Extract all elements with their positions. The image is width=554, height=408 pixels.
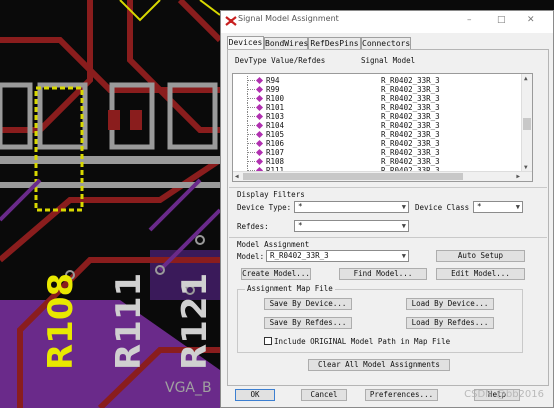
tab-devices[interactable]: Devices — [227, 36, 264, 50]
display-filters-heading: Display Filters — [237, 190, 305, 199]
ok-button[interactable]: OK — [235, 389, 275, 401]
save-by-device-button[interactable]: Save By Device... — [264, 298, 352, 310]
silk-label-vga: VGA_B — [165, 380, 212, 396]
minimize-button[interactable]: – — [467, 15, 472, 25]
cancel-button[interactable]: Cancel — [301, 389, 347, 401]
model-combo[interactable]: R_R0402_33R_3 ▼ — [266, 250, 409, 262]
refdes-cell: R94 — [266, 76, 280, 85]
chevron-down-icon: ▼ — [401, 252, 406, 260]
signal-model-cell: R_R0402_33R_3 — [381, 103, 440, 112]
chevron-down-icon: ▼ — [401, 222, 406, 230]
device-model-list[interactable]: R94 R_R0402_33R_3 R99 R_R0402_33R_3 R100 R_R0… — [232, 73, 533, 182]
list-item[interactable]: R104 R_R0402_33R_3 — [233, 121, 523, 130]
scroll-right-icon[interactable]: ▶ — [516, 173, 520, 180]
list-item[interactable]: R105 R_R0402_33R_3 — [233, 130, 523, 139]
chevron-down-icon: ▼ — [515, 203, 520, 211]
scroll-up-icon[interactable]: ▲ — [524, 75, 528, 82]
signal-model-cell: R_R0402_33R_3 — [381, 130, 440, 139]
refdes-cell: R106 — [266, 139, 285, 148]
model-value: R_R0402_33R_3 — [270, 251, 329, 260]
close-button[interactable]: ✕ — [527, 15, 535, 25]
signal-model-cell: R_R0402_33R_3 — [381, 85, 440, 94]
watermark: CSDN @bb2016 — [464, 389, 544, 400]
list-item[interactable]: R101 R_R0402_33R_3 — [233, 103, 523, 112]
include-original-path-checkbox[interactable] — [264, 337, 272, 345]
signal-model-cell: R_R0402_33R_3 — [381, 112, 440, 121]
refdes-combo[interactable]: * ▼ — [294, 220, 409, 232]
clear-all-assignments-button[interactable]: Clear All Model Assignments — [308, 359, 450, 371]
load-by-refdes-button[interactable]: Load By Refdes... — [406, 317, 494, 329]
list-item[interactable]: R108 R_R0402_33R_3 — [233, 157, 523, 166]
device-class-value: * — [477, 202, 482, 211]
refdes-cell: R107 — [266, 148, 285, 157]
signal-model-cell: R_R0402_33R_3 — [381, 94, 440, 103]
list-item[interactable]: R94 R_R0402_33R_3 — [233, 76, 523, 85]
signal-model-cell: R_R0402_33R_3 — [381, 139, 440, 148]
refdes-label: Refdes: — [237, 222, 269, 231]
signal-model-cell: R_R0402_33R_3 — [381, 76, 440, 85]
device-type-combo[interactable]: * ▼ — [294, 201, 409, 213]
divider — [229, 187, 547, 188]
device-class-label: Device Class — [415, 203, 470, 212]
column-header-model: Signal Model — [361, 56, 416, 65]
refdes-value: * — [298, 221, 303, 230]
signal-model-assignment-dialog: Signal Model Assignment – □ ✕ Devices Bo… — [220, 10, 554, 408]
maximize-button[interactable]: □ — [497, 15, 506, 25]
device-type-value: * — [298, 202, 303, 211]
include-original-path-label: Include ORIGINAL Model Path in Map File — [274, 337, 451, 346]
scroll-left-icon[interactable]: ◀ — [235, 173, 239, 180]
chevron-down-icon: ▼ — [401, 203, 406, 211]
signal-model-cell: R_R0402_33R_3 — [381, 148, 440, 157]
divider — [229, 237, 547, 238]
refdes-cell: R105 — [266, 130, 285, 139]
device-class-combo[interactable]: * ▼ — [473, 201, 523, 213]
list-item[interactable]: R107 R_R0402_33R_3 — [233, 148, 523, 157]
create-model-button[interactable]: Create Model... — [241, 268, 311, 280]
window-title: Signal Model Assignment — [238, 14, 339, 23]
silk-label-r108: R108 — [41, 273, 81, 370]
refdes-cell: R103 — [266, 112, 285, 121]
signal-model-cell: R_R0402_33R_3 — [381, 157, 440, 166]
list-item[interactable]: R106 R_R0402_33R_3 — [233, 139, 523, 148]
column-header-refdes: DevType Value/Refdes — [235, 56, 326, 65]
list-item[interactable]: R99 R_R0402_33R_3 — [233, 85, 523, 94]
horizontal-scroll-thumb[interactable] — [243, 173, 463, 180]
silk-label-r121: R121 — [175, 273, 215, 370]
auto-setup-button[interactable]: Auto Setup — [436, 250, 525, 262]
model-label: Model: — [237, 252, 265, 261]
map-file-heading: Assignment Map File — [245, 284, 335, 293]
edit-model-button[interactable]: Edit Model... — [436, 268, 525, 280]
model-assignment-heading: Model Assignment — [237, 240, 310, 249]
refdes-cell: R99 — [266, 85, 280, 94]
list-item[interactable]: R100 R_R0402_33R_3 — [233, 94, 523, 103]
scroll-down-icon[interactable]: ▼ — [524, 164, 528, 171]
refdes-cell: R101 — [266, 103, 285, 112]
load-by-device-button[interactable]: Load By Device... — [406, 298, 494, 310]
vertical-scrollbar[interactable]: ▲ ▼ — [521, 74, 532, 181]
horizontal-scrollbar[interactable]: ◀ ▶ — [233, 171, 532, 181]
preferences-button[interactable]: Preferences... — [365, 389, 438, 401]
silk-label-r111: R111 — [109, 273, 149, 370]
title-bar[interactable]: Signal Model Assignment – □ ✕ — [221, 11, 553, 33]
list-item[interactable]: R103 R_R0402_33R_3 — [233, 112, 523, 121]
refdes-cell: R104 — [266, 121, 285, 130]
save-by-refdes-button[interactable]: Save By Refdes... — [264, 317, 352, 329]
scroll-thumb[interactable] — [523, 118, 531, 130]
device-type-label: Device Type: — [237, 203, 292, 212]
refdes-cell: R108 — [266, 157, 285, 166]
signal-model-cell: R_R0402_33R_3 — [381, 121, 440, 130]
app-icon — [225, 16, 237, 26]
find-model-button[interactable]: Find Model... — [339, 268, 427, 280]
refdes-cell: R100 — [266, 94, 285, 103]
